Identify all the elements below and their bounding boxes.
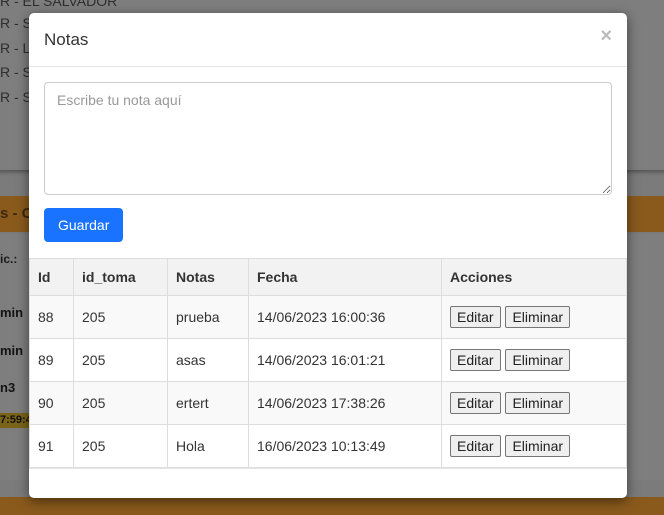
background-value: n3: [0, 380, 16, 395]
background-text: R - S: [0, 89, 32, 105]
cell-nota: prueba: [167, 295, 249, 339]
edit-button[interactable]: Editar: [450, 392, 501, 414]
cell-nota: Hola: [167, 424, 249, 468]
column-header-id: Id: [29, 258, 74, 296]
table-header-row: Id id_toma Notas Fecha Acciones: [29, 258, 627, 296]
table-row: 91 205 Hola 16/06/2023 10:13:49 Editar E…: [29, 424, 627, 468]
cell-id-toma: 205: [73, 338, 168, 382]
background-section-bar: [0, 497, 664, 515]
edit-button[interactable]: Editar: [450, 349, 501, 371]
note-textarea[interactable]: [44, 82, 612, 195]
delete-button[interactable]: Eliminar: [505, 349, 571, 371]
cell-fecha: 14/06/2023 16:00:36: [248, 295, 442, 339]
background-text: R - EL SALVADOR: [0, 0, 118, 9]
cell-id: 89: [29, 338, 74, 382]
cell-acciones: Editar Eliminar: [441, 381, 627, 425]
cell-id: 88: [29, 295, 74, 339]
column-header-fecha: Fecha: [248, 258, 442, 296]
background-tag: 7:59:4: [0, 413, 30, 428]
modal-title: Notas: [44, 30, 89, 49]
modal-footer: [29, 468, 627, 498]
background-value: min: [0, 305, 24, 320]
notes-table: Id id_toma Notas Fecha Acciones 88 205 p…: [29, 258, 627, 468]
cell-acciones: Editar Eliminar: [441, 295, 627, 339]
cell-id: 91: [29, 424, 74, 468]
cell-id-toma: 205: [73, 424, 168, 468]
table-row: 88 205 prueba 14/06/2023 16:00:36 Editar…: [29, 295, 627, 339]
cell-fecha: 14/06/2023 17:38:26: [248, 381, 442, 425]
cell-id-toma: 205: [73, 295, 168, 339]
cell-nota: asas: [167, 338, 249, 382]
cell-id-toma: 205: [73, 381, 168, 425]
delete-button[interactable]: Eliminar: [505, 435, 571, 457]
table-row: 89 205 asas 14/06/2023 16:01:21 Editar E…: [29, 338, 627, 382]
delete-button[interactable]: Eliminar: [505, 392, 571, 414]
background-text: R - L: [0, 40, 31, 56]
delete-button[interactable]: Eliminar: [505, 306, 571, 328]
cell-fecha: 14/06/2023 16:01:21: [248, 338, 442, 382]
background-text: R - S: [0, 15, 32, 31]
cell-acciones: Editar Eliminar: [441, 424, 627, 468]
background-value: min: [0, 343, 24, 358]
notes-modal: Notas × Guardar Id id_toma Notas Fecha A…: [29, 13, 627, 498]
modal-header: Notas ×: [29, 13, 627, 67]
edit-button[interactable]: Editar: [450, 306, 501, 328]
background-text: R - S: [0, 64, 32, 80]
modal-body: Guardar: [29, 67, 627, 257]
background-label: ic.:: [0, 252, 18, 266]
column-header-id-toma: id_toma: [73, 258, 168, 296]
cell-nota: ertert: [167, 381, 249, 425]
save-button[interactable]: Guardar: [44, 208, 124, 242]
close-icon[interactable]: ×: [600, 26, 612, 46]
cell-acciones: Editar Eliminar: [441, 338, 627, 382]
edit-button[interactable]: Editar: [450, 435, 501, 457]
table-row: 90 205 ertert 14/06/2023 17:38:26 Editar…: [29, 381, 627, 425]
cell-id: 90: [29, 381, 74, 425]
column-header-acciones: Acciones: [441, 258, 627, 296]
column-header-notas: Notas: [167, 258, 249, 296]
cell-fecha: 16/06/2023 10:13:49: [248, 424, 442, 468]
